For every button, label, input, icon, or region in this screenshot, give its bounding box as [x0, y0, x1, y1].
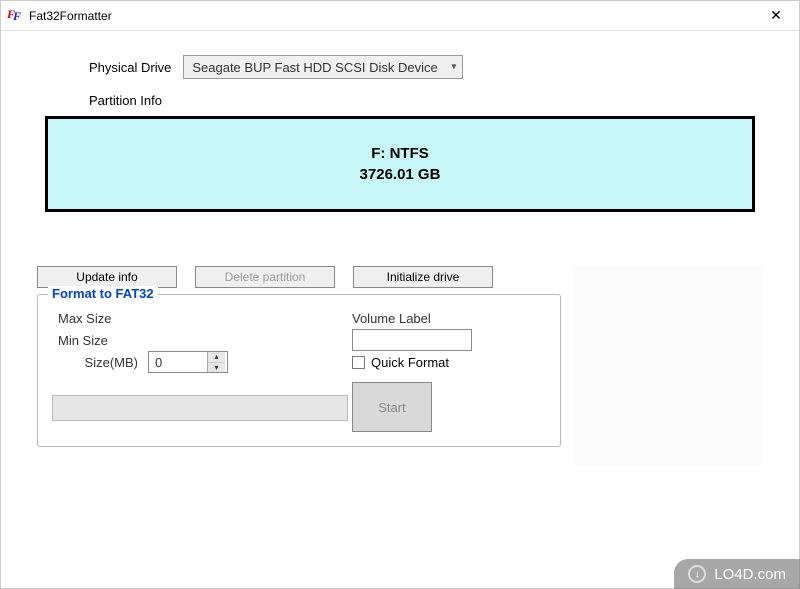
format-legend: Format to FAT32 — [48, 286, 158, 301]
app-window: FF Fat32Formatter ✕ Physical Drive Seaga… — [0, 0, 800, 589]
initialize-drive-button[interactable]: Initialize drive — [353, 266, 493, 288]
size-stepper[interactable]: ▴ ▾ — [148, 351, 228, 373]
format-groupbox: Format to FAT32 Max Size Min Size Size(M… — [37, 294, 561, 447]
chevron-down-icon: ▾ — [451, 62, 456, 73]
controls-column: Update info Delete partition Initialize … — [37, 266, 561, 466]
quick-format-label: Quick Format — [371, 355, 449, 370]
partition-volume-text: F: NTFS — [371, 143, 429, 164]
content-area: Physical Drive Seagate BUP Fast HDD SCSI… — [1, 31, 799, 588]
app-icon: FF — [7, 8, 23, 24]
partition-info-label: Partition Info — [89, 93, 763, 108]
quick-format-checkbox[interactable] — [352, 356, 365, 369]
window-title: Fat32Formatter — [29, 9, 112, 23]
size-spin-arrows[interactable]: ▴ ▾ — [207, 352, 225, 372]
partition-visualizer[interactable]: F: NTFS 3726.01 GB — [45, 116, 755, 212]
progress-bar — [52, 395, 348, 421]
max-size-label: Max Size — [52, 311, 138, 326]
watermark: ↓ LO4D.com — [674, 559, 800, 589]
titlebar: FF Fat32Formatter ✕ — [1, 1, 799, 31]
partition-size-text: 3726.01 GB — [360, 164, 441, 185]
physical-drive-label: Physical Drive — [89, 60, 171, 75]
watermark-text: LO4D.com — [714, 566, 786, 583]
format-right-column: Volume Label Quick Format Start — [352, 307, 546, 432]
log-panel — [573, 266, 763, 466]
format-left-column: Max Size Min Size Size(MB) ▴ ▾ — [52, 307, 352, 432]
size-label: Size(MB) — [52, 355, 138, 370]
arrow-down-icon[interactable]: ▾ — [208, 363, 225, 373]
format-form: Max Size Min Size Size(MB) ▴ ▾ — [52, 307, 546, 432]
lower-section: Update info Delete partition Initialize … — [37, 266, 763, 466]
arrow-up-icon[interactable]: ▴ — [208, 352, 225, 363]
physical-drive-select[interactable]: Seagate BUP Fast HDD SCSI Disk Device ▾ — [183, 55, 463, 79]
min-size-label: Min Size — [52, 333, 138, 348]
update-info-button[interactable]: Update info — [37, 266, 177, 288]
physical-drive-selected: Seagate BUP Fast HDD SCSI Disk Device — [192, 60, 437, 75]
size-input[interactable] — [149, 352, 207, 372]
volume-label-field[interactable] — [352, 329, 472, 351]
physical-drive-row: Physical Drive Seagate BUP Fast HDD SCSI… — [89, 55, 763, 79]
start-button[interactable]: Start — [352, 382, 432, 432]
download-icon: ↓ — [688, 565, 706, 583]
close-button[interactable]: ✕ — [753, 1, 799, 30]
action-button-row: Update info Delete partition Initialize … — [37, 266, 561, 288]
volume-label-label: Volume Label — [352, 311, 431, 326]
delete-partition-button[interactable]: Delete partition — [195, 266, 335, 288]
